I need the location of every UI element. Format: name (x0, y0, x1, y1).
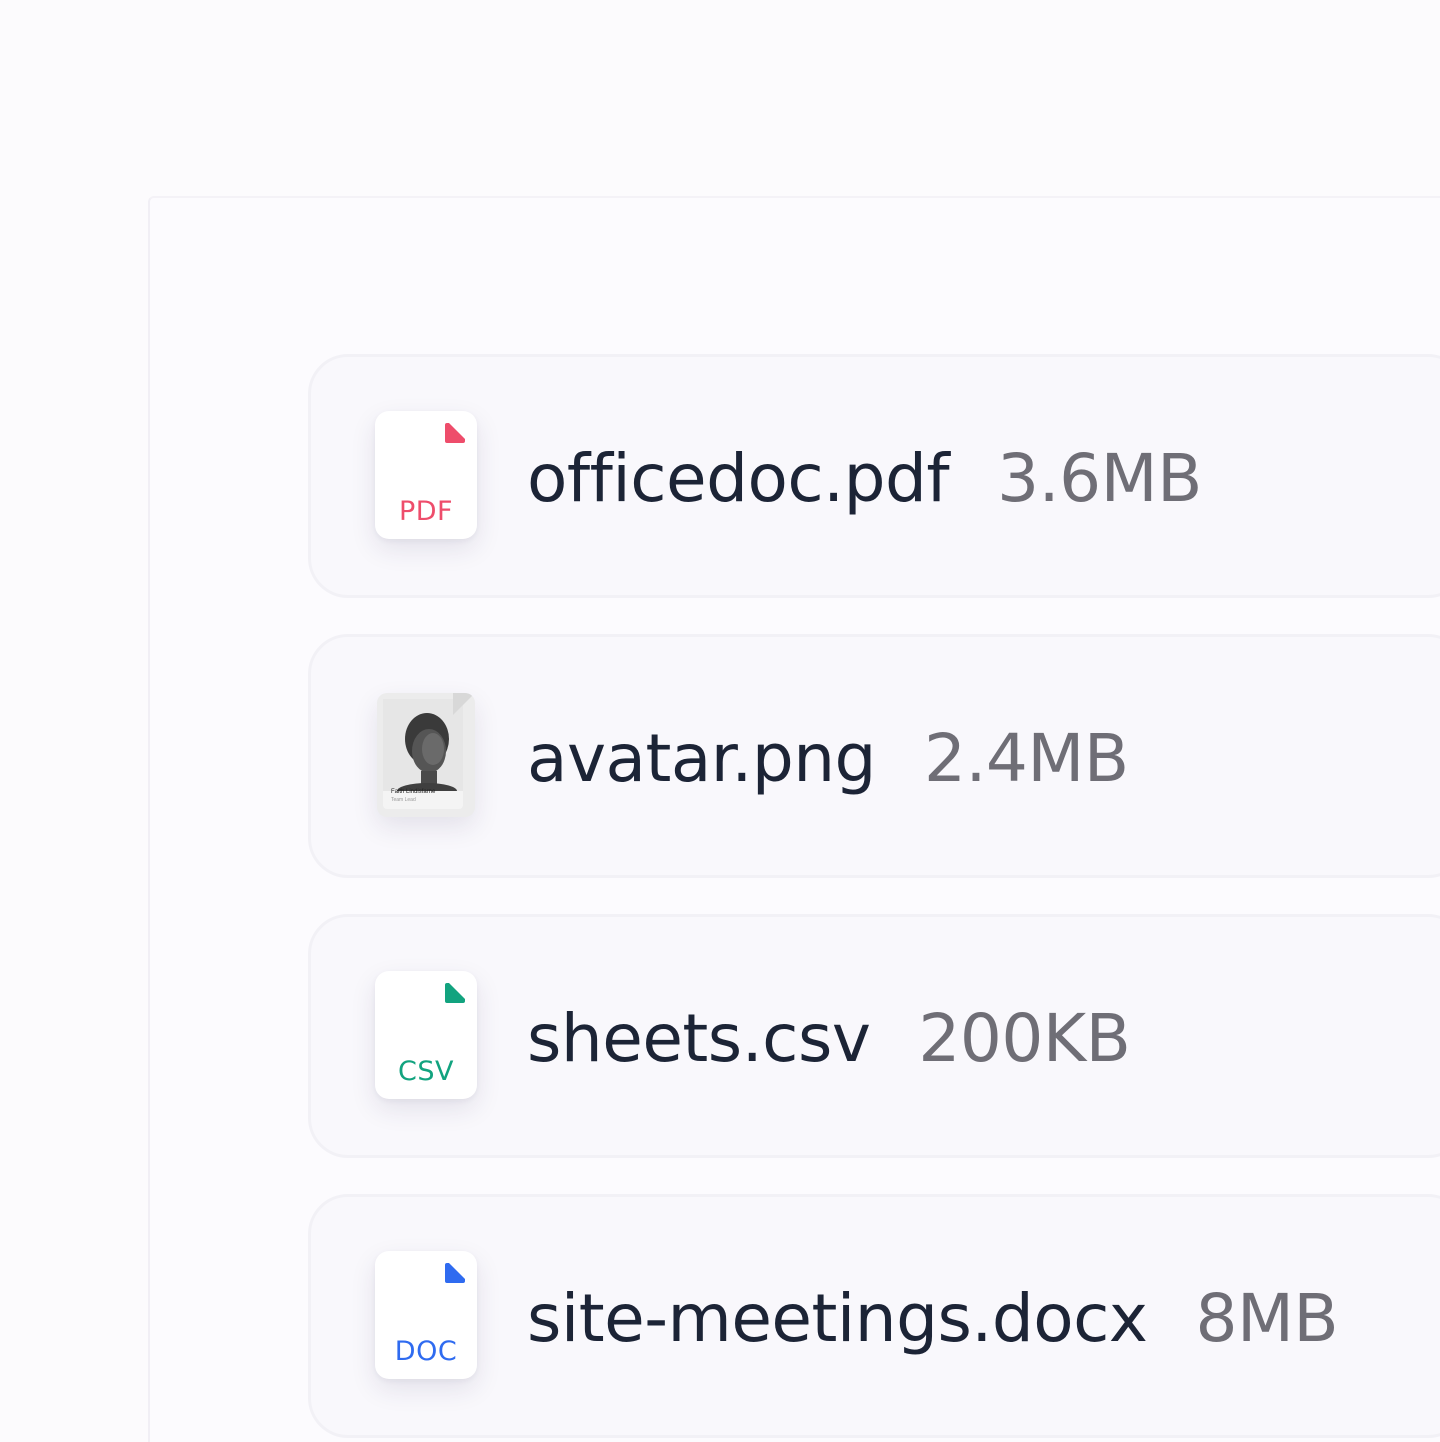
pdf-file-icon: PDF (375, 411, 477, 539)
caption-name: Faith Lindisfarne (391, 789, 436, 795)
caption-role: Team Lead (391, 797, 416, 803)
file-info: officedoc.pdf 3.6MB (527, 429, 1202, 529)
file-type-label: CSV (398, 1056, 454, 1087)
file-size: 3.6MB (997, 440, 1202, 517)
file-row-sheets[interactable]: CSV sheets.csv 200KB (308, 914, 1440, 1158)
file-row-officedoc[interactable]: PDF officedoc.pdf 3.6MB (308, 354, 1440, 598)
file-name[interactable]: site-meetings.docx (527, 1280, 1148, 1357)
file-info: site-meetings.docx 8MB (527, 1269, 1339, 1369)
file-type-label: DOC (394, 1336, 458, 1367)
fold-corner-icon (445, 983, 465, 1003)
file-name[interactable]: avatar.png (527, 720, 876, 797)
file-row-avatar[interactable]: Faith Lindisfarne Team Lead avatar.png 2.… (308, 634, 1440, 878)
file-size: 2.4MB (923, 720, 1129, 797)
fold-corner-icon (453, 693, 475, 715)
file-name[interactable]: officedoc.pdf (527, 440, 950, 517)
file-size: 8MB (1195, 1280, 1339, 1357)
fold-corner-icon (445, 1263, 465, 1283)
file-size: 200KB (918, 1000, 1131, 1077)
csv-file-icon: CSV (375, 971, 477, 1099)
avatar-photo (383, 699, 463, 799)
doc-file-icon: DOC (375, 1251, 477, 1379)
file-name[interactable]: sheets.csv (527, 1000, 871, 1077)
image-file-icon: Faith Lindisfarne Team Lead (377, 693, 475, 817)
fold-corner-icon (445, 423, 465, 443)
file-type-label: PDF (398, 496, 454, 527)
file-info: avatar.png 2.4MB (527, 709, 1129, 809)
file-row-site-meetings[interactable]: DOC site-meetings.docx 8MB (308, 1194, 1440, 1438)
file-info: sheets.csv 200KB (527, 989, 1131, 1089)
avatar-card: Faith Lindisfarne Team Lead (383, 699, 463, 809)
